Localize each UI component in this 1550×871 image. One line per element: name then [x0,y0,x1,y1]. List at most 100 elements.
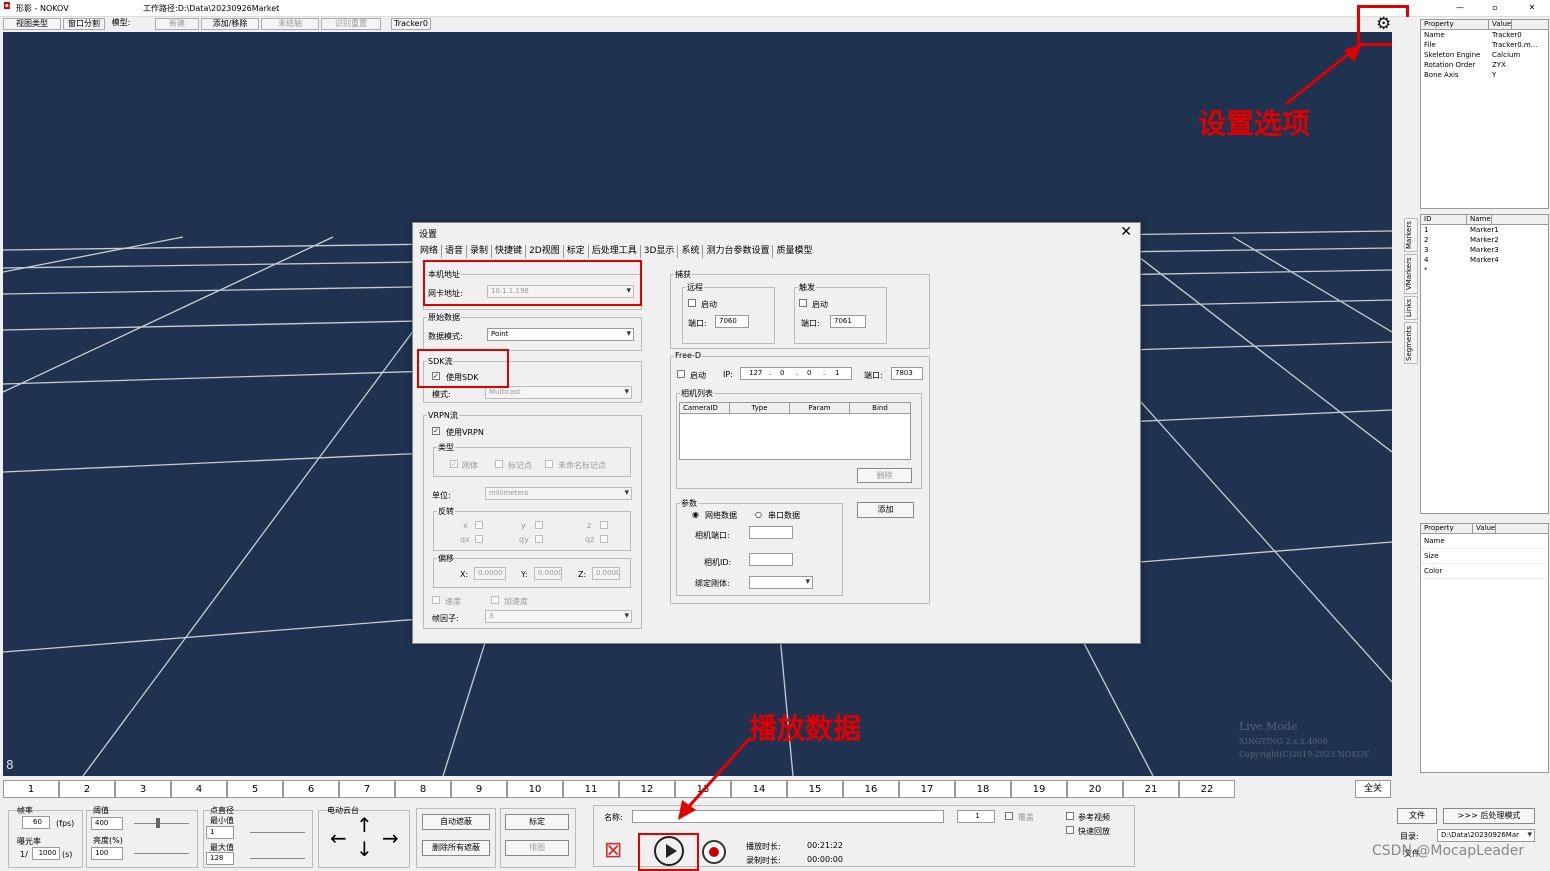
camera-button-11[interactable]: 11 [563,780,619,798]
file-button[interactable]: 文件 [1397,808,1437,824]
camera-button-6[interactable]: 6 [283,780,339,798]
maximize-button[interactable]: ▫ [1485,3,1505,12]
tab-segments[interactable]: Segments [1404,322,1418,364]
threshold-input[interactable]: 400 [91,817,123,830]
flip-qy-checkbox[interactable] [535,535,543,543]
tab-record[interactable]: 录制 [467,245,493,258]
arrow-down-icon[interactable]: ↓ [356,839,373,859]
rigid-checkbox[interactable]: ✓ [450,460,458,468]
delete-masks-button[interactable]: 删除所有遮蔽 [422,840,490,856]
flip-qz-checkbox[interactable] [600,535,608,543]
exposure-input[interactable]: 1000 [32,847,60,860]
auto-mask-button[interactable]: 自动遮蔽 [422,814,490,830]
all-off-button[interactable]: 全关 [1355,780,1391,798]
accel-checkbox[interactable] [491,596,499,604]
camera-button-5[interactable]: 5 [227,780,283,798]
tab-shortcut[interactable]: 快捷键 [492,245,527,258]
freed-enable-checkbox[interactable] [677,370,685,378]
tab-calibration[interactable]: 标定 [564,245,589,258]
dialog-close-button[interactable]: ✕ [1120,224,1132,240]
tab-post-tools[interactable]: 后处理工具 [589,245,641,258]
trigger-enable-checkbox[interactable] [799,299,807,307]
camera-button-3[interactable]: 3 [115,780,171,798]
flip-z-checkbox[interactable] [600,521,608,529]
serial-data-radio[interactable]: ○ [755,510,762,519]
camera-button-21[interactable]: 21 [1123,780,1179,798]
net-data-radio[interactable]: ◉ [692,510,699,519]
marker-row[interactable]: 1 Marker1 [1421,225,1548,235]
unnamed-marker-checkbox[interactable] [545,460,553,468]
offset-x-input[interactable]: 0.0000 [474,567,506,580]
window-split-menu[interactable]: 窗口分割 [63,18,105,30]
camera-button-8[interactable]: 8 [395,780,451,798]
property-row[interactable]: Color [1421,564,1548,579]
brightness-input[interactable]: 100 [91,847,123,860]
marker-row[interactable]: 3 Marker3 [1421,245,1548,255]
unit-select[interactable]: millimeters [485,487,632,500]
tab-vmarkers[interactable]: VMarkers [1404,254,1418,294]
arrow-right-icon[interactable]: → [382,828,399,848]
camera-button-20[interactable]: 20 [1067,780,1123,798]
frame-spinner[interactable]: 1 [957,810,995,823]
data-mode-select[interactable]: Point [487,328,634,341]
tracker-select[interactable]: Tracker0 [391,18,431,30]
property-row[interactable]: Name [1421,534,1548,549]
camera-button-10[interactable]: 10 [507,780,563,798]
fps-input[interactable]: 60 [22,816,50,829]
threshold-slider[interactable] [134,823,189,824]
property-row[interactable]: Name Tracker0 [1421,30,1548,40]
brightness-slider[interactable] [134,853,189,854]
property-row[interactable]: Bone Axis Y [1421,70,1548,80]
fast-play-checkbox[interactable] [1066,826,1074,834]
dir-select[interactable]: D:\Data\20230926Mar [1437,829,1535,842]
overwrite-checkbox[interactable] [1005,812,1013,820]
trigger-port-input[interactable]: 7061 [830,315,866,328]
delete-camera-button[interactable]: 删除 [857,468,912,483]
marker-row[interactable]: 2 Marker2 [1421,235,1548,245]
flip-x-checkbox[interactable] [475,521,483,529]
add-remove-button[interactable]: 添加/移除 [201,18,259,30]
arrow-left-icon[interactable]: ← [330,828,347,848]
tab-force-plate[interactable]: 测力台参数设置 [703,245,774,258]
add-camera-button[interactable]: 添加 [857,502,914,518]
tab-voice[interactable]: 语音 [442,245,468,258]
tab-network[interactable]: 网络 [417,245,443,258]
new-button[interactable]: 新建 [155,18,199,30]
offset-y-input[interactable]: 0.0000 [534,567,562,580]
property-row[interactable]: Rotation Order ZYX [1421,60,1548,70]
tab-quality-model[interactable]: 质量模型 [773,245,815,258]
use-vrpn-checkbox[interactable]: ✓ [432,427,440,435]
freed-port-input[interactable]: 7803 [891,367,923,380]
property-row[interactable]: Size [1421,549,1548,564]
close-window-button[interactable]: ✕ [1522,3,1542,12]
stop-icon[interactable]: ⊠ [604,838,622,863]
property-row[interactable]: File Tracker0.m... [1421,40,1548,50]
recognize-reset-button[interactable]: 识别重置 [321,18,381,30]
tab-system[interactable]: 系统 [678,245,704,258]
marker-row[interactable]: 4 Marker4 [1421,255,1548,265]
camera-button-17[interactable]: 17 [899,780,955,798]
tab-3d-display[interactable]: 3D显示 [641,245,679,258]
speed-checkbox[interactable] [432,596,440,604]
camera-button-1[interactable]: 1 [3,780,59,798]
flip-y-checkbox[interactable] [535,521,543,529]
tab-2d-view[interactable]: 2D视图 [526,245,564,258]
cam-id-input[interactable] [749,553,793,566]
tab-links[interactable]: Links [1404,296,1418,320]
threshold-slider-thumb[interactable] [156,818,160,828]
camera-button-9[interactable]: 9 [451,780,507,798]
camera-button-18[interactable]: 18 [955,780,1011,798]
camera-button-15[interactable]: 15 [787,780,843,798]
remote-enable-checkbox[interactable] [688,299,696,307]
calibrate-button[interactable]: 标定 [505,814,569,830]
ref-video-checkbox[interactable] [1066,812,1074,820]
camera-button-22[interactable]: 22 [1179,780,1235,798]
min-input[interactable]: 1 [206,826,234,839]
camera-table[interactable]: CameraID Type Param Bind [679,402,911,460]
remote-port-input[interactable]: 7060 [715,315,749,328]
property-row[interactable]: Skeleton Engine Calcium [1421,50,1548,60]
camera-button-16[interactable]: 16 [843,780,899,798]
cam-port-input[interactable] [749,526,793,539]
arrow-up-icon[interactable]: ↑ [356,815,373,835]
minimize-button[interactable]: — [1450,3,1470,12]
